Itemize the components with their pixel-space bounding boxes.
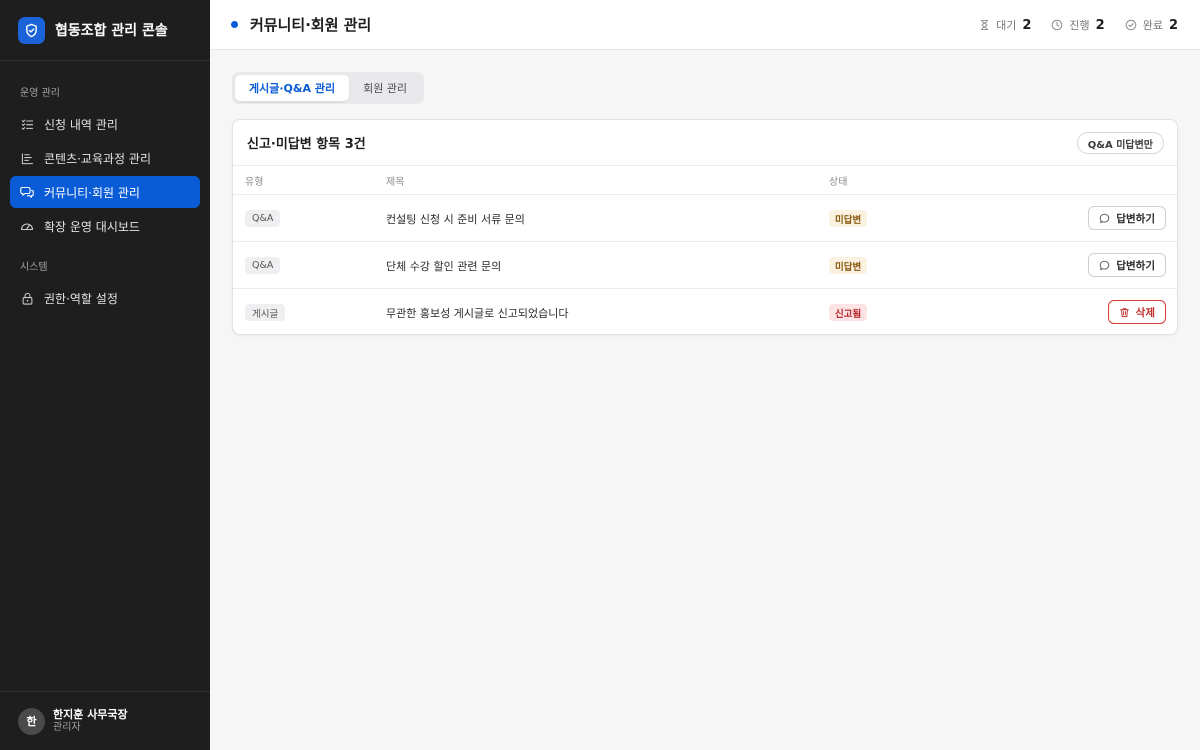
delete-button-label: 삭제 xyxy=(1135,306,1155,319)
stat-label: 대기 xyxy=(996,19,1017,32)
stat-value: 2 xyxy=(1022,17,1032,33)
stat-in-progress: 진행 2 xyxy=(1051,17,1105,33)
table-row: Q&A 단체 수강 할인 관련 문의 미답변 답변하기 xyxy=(233,242,1177,289)
shield-check-icon xyxy=(18,16,45,44)
brand: 협동조합 관리 콘솔 xyxy=(0,0,210,61)
column-header-title: 제목 xyxy=(386,176,405,188)
page-header: 커뮤니티·회원 관리 대기 2 진행 2 완료 2 xyxy=(210,0,1200,50)
sidebar-item-label: 확장 운영 대시보드 xyxy=(44,219,140,234)
qna-unanswered-filter-button[interactable]: Q&A 미답변만 xyxy=(1076,132,1164,154)
gauge-icon xyxy=(20,219,34,233)
hourglass-icon xyxy=(978,19,990,31)
sidebar-item-community[interactable]: 커뮤니티·회원 관리 xyxy=(10,176,200,208)
table-header: 유형 제목 상태 xyxy=(233,166,1177,195)
type-badge: Q&A xyxy=(245,210,281,227)
stat-value: 2 xyxy=(1168,17,1178,33)
sidebar-item-label: 콘텐츠·교육과정 관리 xyxy=(44,151,151,166)
card-header: 신고·미답변 항목 3건 Q&A 미답변만 xyxy=(233,120,1177,166)
sidebar-item-label: 커뮤니티·회원 관리 xyxy=(44,185,140,200)
tab-bar: 게시글·Q&A 관리 회원 관리 xyxy=(232,72,425,104)
stat-completed: 완료 2 xyxy=(1125,17,1178,33)
row-title: 컨설팅 신청 시 준비 서류 문의 xyxy=(386,213,525,226)
user-role: 관리자 xyxy=(53,722,81,733)
status-badge: 미답변 xyxy=(829,210,868,227)
sidebar-item-label: 신청 내역 관리 xyxy=(44,117,118,132)
user-profile[interactable]: 한 한지훈 사무국장 관리자 xyxy=(0,691,210,750)
clock-icon xyxy=(1051,19,1063,31)
user-name: 한지훈 사무국장 xyxy=(53,708,128,721)
avatar: 한 xyxy=(18,707,45,735)
chat-icon xyxy=(1099,213,1110,224)
column-header-type: 유형 xyxy=(245,176,264,188)
tab-members[interactable]: 회원 관리 xyxy=(349,75,421,101)
column-header-status: 상태 xyxy=(829,176,848,188)
status-dot xyxy=(231,21,238,28)
flagged-items-card: 신고·미답변 항목 3건 Q&A 미답변만 유형 제목 상태 Q&A 컨설팅 신… xyxy=(232,119,1178,335)
sidebar-item-dashboard[interactable]: 확장 운영 대시보드 xyxy=(10,210,200,242)
answer-button-label: 답변하기 xyxy=(1116,259,1155,272)
content-list-icon xyxy=(20,151,34,165)
sidebar-item-permissions[interactable]: 권한·역할 설정 xyxy=(10,282,200,314)
sidebar-item-contents[interactable]: 콘텐츠·교육과정 관리 xyxy=(10,142,200,174)
nav-section-system: 시스템 xyxy=(20,262,48,273)
stat-waiting: 대기 2 xyxy=(978,17,1031,33)
stat-label: 완료 xyxy=(1142,19,1163,32)
status-badge: 미답변 xyxy=(829,257,868,274)
app-title: 협동조합 관리 콘솔 xyxy=(55,23,168,39)
page-title: 커뮤니티·회원 관리 xyxy=(250,16,372,34)
chat-icon xyxy=(1099,260,1110,271)
nav-section-operations: 운영 관리 xyxy=(20,88,60,99)
delete-button[interactable]: 삭제 xyxy=(1107,300,1166,324)
status-badge: 신고됨 xyxy=(829,304,868,321)
answer-button-label: 답변하기 xyxy=(1116,212,1155,225)
table-row: Q&A 컨설팅 신청 시 준비 서류 문의 미답변 답변하기 xyxy=(233,195,1177,242)
sidebar-item-label: 권한·역할 설정 xyxy=(44,291,118,306)
type-badge: Q&A xyxy=(245,257,281,274)
row-title: 무관한 홍보성 게시글로 신고되었습니다 xyxy=(386,307,569,320)
trash-icon xyxy=(1119,307,1130,318)
type-badge: 게시글 xyxy=(245,304,286,321)
check-circle-icon xyxy=(1125,19,1137,31)
row-title: 단체 수강 할인 관련 문의 xyxy=(386,260,502,273)
table-row: 게시글 무관한 홍보성 게시글로 신고되었습니다 신고됨 삭제 xyxy=(233,289,1177,334)
card-title: 신고·미답변 항목 3건 xyxy=(247,137,366,152)
tab-posts-qna[interactable]: 게시글·Q&A 관리 xyxy=(235,75,350,101)
sidebar: 협동조합 관리 콘솔 운영 관리 신청 내역 관리 콘텐츠·교육과정 관리 커뮤… xyxy=(0,0,210,750)
stat-label: 진행 xyxy=(1069,19,1090,32)
chat-bubbles-icon xyxy=(20,185,34,199)
answer-button[interactable]: 답변하기 xyxy=(1088,253,1166,277)
sidebar-item-applications[interactable]: 신청 내역 관리 xyxy=(10,108,200,140)
answer-button[interactable]: 답변하기 xyxy=(1088,206,1166,230)
user-info: 한지훈 사무국장 관리자 xyxy=(53,708,128,734)
list-check-icon xyxy=(20,117,34,131)
stat-value: 2 xyxy=(1095,17,1105,33)
header-stats: 대기 2 진행 2 완료 2 xyxy=(958,0,1178,50)
lock-icon xyxy=(20,291,34,305)
